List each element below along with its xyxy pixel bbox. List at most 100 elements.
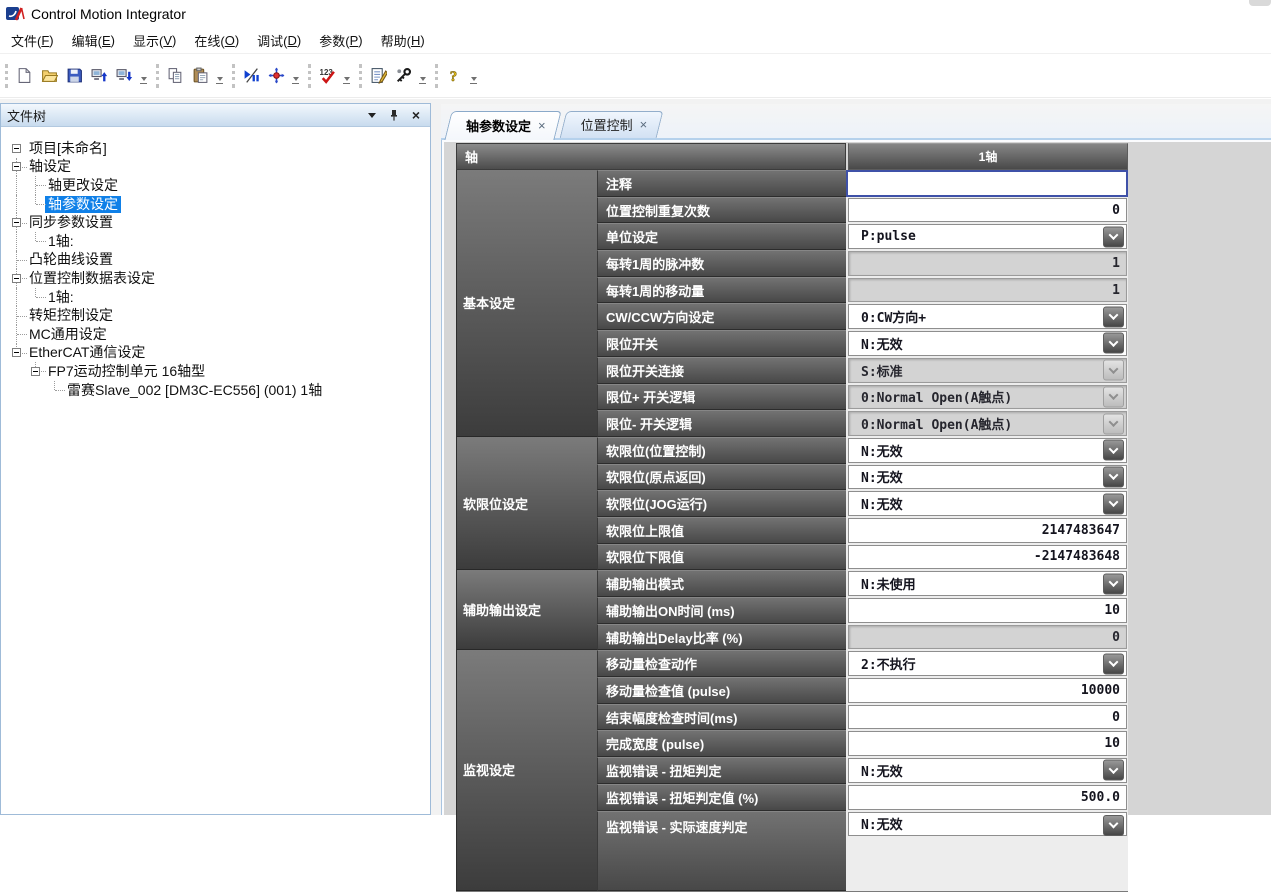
expand-box-icon[interactable] [12,162,21,171]
expand-box-icon[interactable] [12,348,21,357]
open-folder-icon[interactable] [38,65,60,87]
chevron-down-icon[interactable] [1103,653,1124,674]
chevron-down-icon[interactable] [1103,226,1124,247]
new-file-icon[interactable] [13,65,35,87]
tab-close-icon[interactable]: × [538,118,546,133]
dropdown-value[interactable]: N:无效 [848,438,1127,463]
numeric-value[interactable]: -2147483648 [848,545,1127,570]
numeric-value[interactable]: 0 [848,198,1127,223]
expand-box-icon[interactable] [12,218,21,227]
copy-icon[interactable] [164,65,186,87]
chevron-down-icon[interactable] [1103,493,1124,514]
dropdown-value[interactable]: N:无效 [848,812,1127,836]
dropdown-value[interactable]: N:无效 [848,465,1127,490]
numeric-value[interactable]: 10 [848,598,1127,623]
group-label: 软限位设定 [456,437,597,570]
tree-item[interactable]: 1轴: [7,232,430,251]
tree-item[interactable]: 项目[未命名] [7,139,430,158]
dropdown-value[interactable]: 2:不执行 [848,651,1127,676]
expand-box-icon[interactable] [12,144,21,153]
tree-item[interactable]: MC通用设定 [7,325,430,344]
tree-item[interactable]: 转矩控制设定 [7,306,430,325]
tree-item[interactable]: 同步参数设置 [7,213,430,232]
download-pc-icon[interactable] [113,65,135,87]
toolbar-overflow-icon[interactable] [343,77,350,84]
table-header-axis1[interactable]: 1轴 [848,143,1128,170]
tree-item[interactable]: 凸轮曲线设置 [7,251,430,270]
chevron-down-icon[interactable] [1103,306,1124,327]
chevron-down-icon[interactable] [1103,760,1124,781]
chevron-down-icon[interactable] [1103,466,1124,487]
tree-connector [7,176,26,195]
close-icon[interactable]: × [408,107,424,123]
save-icon[interactable] [63,65,85,87]
dropdown-value[interactable]: N:无效 [848,758,1127,783]
tab-inactive[interactable]: 位置控制× [563,111,660,138]
toolbar-overflow-icon[interactable] [470,77,477,84]
tree-item[interactable]: 轴参数设定 [7,195,430,214]
toolbar-overflow-icon[interactable] [292,77,299,84]
tree-item[interactable]: 位置控制数据表设定 [7,269,430,288]
axis-position-icon[interactable] [265,65,287,87]
toolbar-drag-handle[interactable] [435,64,438,88]
dropdown-value[interactable]: 0:CW方向+ [848,304,1127,329]
toolbar-drag-handle[interactable] [5,64,8,88]
check-123-icon[interactable]: 123 [316,65,338,87]
key-tool-icon[interactable] [392,65,414,87]
numeric-value[interactable]: 500.0 [848,785,1127,810]
toolbar-overflow-icon[interactable] [419,77,426,84]
toolbar-drag-handle[interactable] [308,64,311,88]
menu-H[interactable]: 帮助(H) [372,27,434,53]
toolbar-drag-handle[interactable] [359,64,362,88]
tab-close-icon[interactable]: × [640,117,648,132]
tree-item-label: EtherCAT通信设定 [26,344,148,361]
tree-connector [7,381,26,400]
tree-item[interactable]: 1轴: [7,288,430,307]
expand-box-icon[interactable] [31,367,40,376]
dropdown-value[interactable]: N:无效 [848,491,1127,516]
toolbar-overflow-icon[interactable] [140,77,147,84]
param-value-cell: N:无效 [846,757,1128,784]
menu-D[interactable]: 调试(D) [248,27,310,53]
dropdown-value[interactable]: N:无效 [848,331,1127,356]
dropdown-value[interactable]: N:未使用 [848,571,1127,596]
pin-icon[interactable] [386,107,402,123]
expand-box-icon[interactable] [12,274,21,283]
numeric-value[interactable]: 10000 [848,678,1127,703]
tab-active[interactable]: 轴参数设定× [448,111,558,140]
dropdown-value[interactable]: P:pulse [848,224,1127,249]
upload-pc-icon[interactable] [88,65,110,87]
param-value-cell: 2147483647 [846,517,1128,544]
tree-item[interactable]: 轴设定 [7,158,430,177]
param-value-cell: N:无效 [846,330,1128,357]
run-pause-icon[interactable] [240,65,262,87]
numeric-value[interactable]: 0 [848,705,1127,730]
tree-item[interactable]: 雷赛Slave_002 [DM3C-EC556] (001) 1轴 [7,381,430,400]
dock-menu-arrow-icon[interactable] [364,107,380,123]
tree-item[interactable]: EtherCAT通信设定 [7,344,430,363]
param-label: 每转1周的移动量 [597,277,846,304]
toolbar-drag-handle[interactable] [232,64,235,88]
toolbar-overflow-icon[interactable] [216,77,223,84]
chevron-down-icon[interactable] [1103,333,1124,354]
numeric-value[interactable]: 10 [848,731,1127,756]
parameter-group: 监视设定 移动量检查动作 2:不执行 移动量检查值 (pulse) 10000 … [456,650,1128,890]
edit-note-icon[interactable] [367,65,389,87]
comment-input[interactable] [846,170,1128,197]
chevron-down-icon[interactable] [1103,573,1124,594]
toolbar-drag-handle[interactable] [156,64,159,88]
tree-item[interactable]: 轴更改设定 [7,176,430,195]
document-area: 轴参数设定×位置控制× 轴 1轴 基本设定 注释 位置控制重复次数 0 单位设定… [441,104,1271,815]
menu-P[interactable]: 参数(P) [310,27,371,53]
help-icon[interactable]: ? [443,65,465,87]
chevron-down-icon[interactable] [1103,440,1124,461]
menu-E[interactable]: 编辑(E) [63,27,124,53]
menu-V[interactable]: 显示(V) [124,27,185,53]
menu-O[interactable]: 在线(O) [185,27,248,53]
tree-item[interactable]: FP7运动控制单元 16轴型 [7,362,430,381]
numeric-value[interactable]: 2147483647 [848,518,1127,543]
chevron-down-icon[interactable] [1103,815,1124,836]
paste-icon[interactable] [189,65,211,87]
tree-connector [7,362,26,381]
menu-F[interactable]: 文件(F) [2,27,63,53]
